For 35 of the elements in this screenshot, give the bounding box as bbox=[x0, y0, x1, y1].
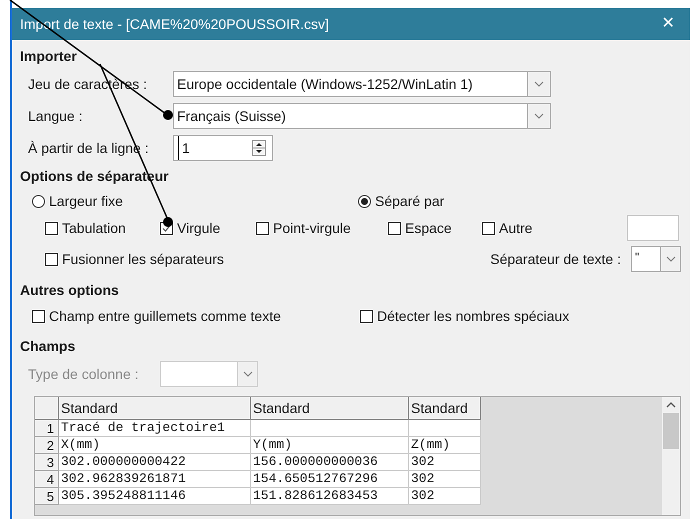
checkbox[interactable]: Détecter les nombres spéciaux bbox=[360, 306, 570, 326]
table-cell: 305.395248811146 bbox=[59, 488, 251, 505]
radio-button[interactable]: Séparé par bbox=[358, 190, 444, 212]
section-heading: Importer bbox=[20, 47, 78, 66]
chevron-down-icon bbox=[242, 371, 252, 377]
checkbox[interactable]: Fusionner les séparateurs bbox=[45, 248, 490, 270]
scrollbar[interactable] bbox=[662, 397, 680, 515]
radio-button[interactable]: Largeur fixe bbox=[32, 190, 358, 212]
other-separator-field[interactable] bbox=[627, 215, 679, 241]
field-label: Langue : bbox=[27, 106, 84, 126]
row-number: 2 bbox=[35, 437, 59, 454]
section-heading: Champs bbox=[20, 337, 76, 356]
table-cell: 151.828612683453 bbox=[251, 488, 409, 505]
field-label: Séparateur de texte : bbox=[490, 250, 621, 269]
dropdown[interactable]: Europe occidentale (Windows-1252/WinLatin 1) bbox=[173, 71, 551, 97]
table-cell: 302 bbox=[409, 488, 481, 505]
spin-arrows-icon bbox=[252, 140, 266, 156]
checkbox[interactable]: Autre bbox=[482, 218, 627, 238]
dropdown[interactable]: Français (Suisse) bbox=[173, 103, 551, 129]
chevron-down-icon bbox=[666, 256, 676, 262]
row-number: 3 bbox=[35, 454, 59, 471]
checkbox[interactable]: Champ entre guillemets comme texte bbox=[32, 306, 360, 326]
dropdown[interactable]: " bbox=[631, 246, 681, 272]
chevron-down-icon bbox=[534, 81, 544, 87]
field-label: Type de colonne : bbox=[28, 364, 140, 384]
checkbox[interactable]: Tabulation bbox=[45, 218, 160, 238]
row-number: 1 bbox=[35, 420, 59, 437]
checkbox[interactable]: Point-virgule bbox=[256, 218, 388, 238]
section-heading: Autres options bbox=[20, 281, 120, 300]
close-button[interactable]: ✕ bbox=[648, 10, 688, 38]
chevron-down-icon bbox=[534, 113, 544, 119]
spin-field[interactable]: 1 bbox=[173, 135, 273, 161]
row-number: 4 bbox=[35, 471, 59, 488]
row-number: 5 bbox=[35, 488, 59, 505]
checkbox[interactable]: Espace bbox=[388, 218, 482, 238]
